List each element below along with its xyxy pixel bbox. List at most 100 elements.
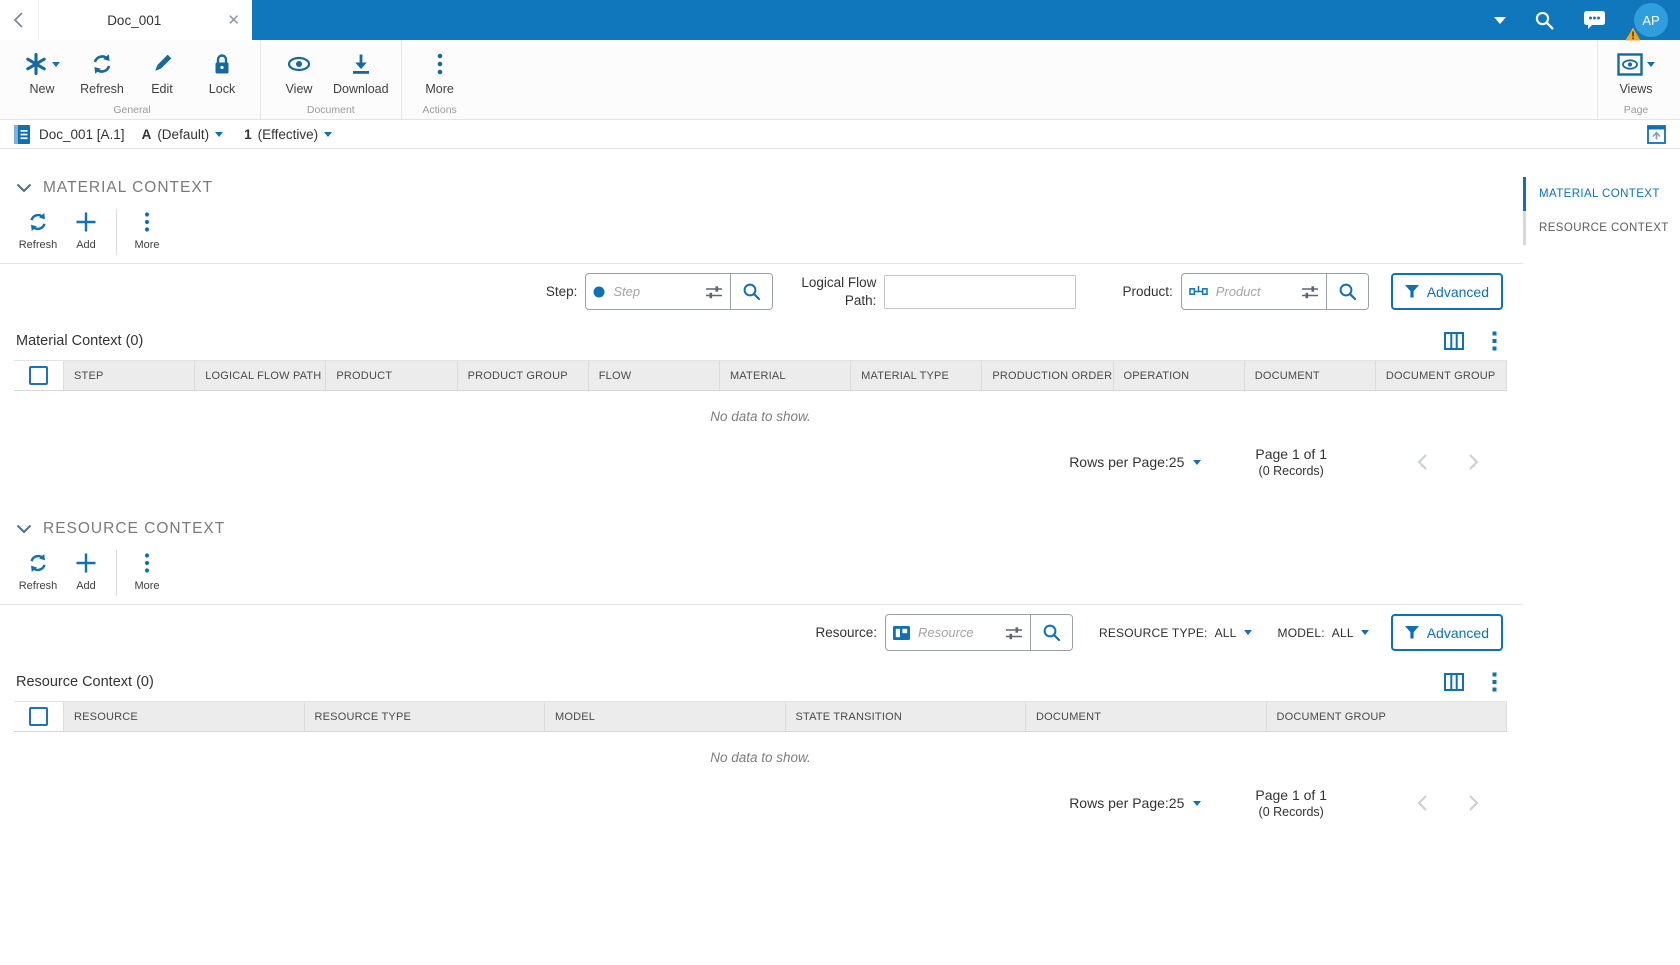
select-all-checkbox[interactable] — [29, 366, 48, 385]
tab-close-icon[interactable]: ✕ — [225, 11, 242, 30]
resource-input[interactable] — [915, 624, 999, 641]
ribbon-group-document: View Download Document — [261, 40, 402, 119]
material-context-section-header[interactable]: MATERIAL CONTEXT — [0, 149, 1523, 197]
step-browse-button[interactable] — [730, 274, 773, 309]
rows-per-page-caret-icon — [1193, 800, 1202, 806]
more-button-label: More — [425, 82, 454, 96]
column-header[interactable]: STEP — [64, 361, 196, 390]
ribbon-group-label-page: Page — [1623, 104, 1649, 116]
column-header[interactable]: RESOURCE — [64, 702, 305, 731]
ribbon-group-actions: More Actions — [402, 40, 478, 119]
tune-icon[interactable] — [1005, 625, 1023, 641]
material-refresh-button[interactable]: Refresh — [14, 207, 62, 251]
logical-flow-path-input[interactable] — [884, 274, 1077, 309]
step-input[interactable] — [611, 283, 700, 300]
ribbon-group-label-general: General — [113, 104, 151, 116]
column-header[interactable]: PRODUCTION ORDER — [982, 361, 1114, 390]
rows-per-page-select[interactable]: Rows per Page:25 — [1069, 454, 1202, 470]
toolbar-divider — [116, 550, 117, 596]
table-kebab-icon[interactable] — [1492, 672, 1497, 692]
select-all-checkbox[interactable] — [29, 707, 48, 726]
column-header[interactable]: MATERIAL — [720, 361, 852, 390]
material-toolbar: Refresh Add More — [0, 197, 1523, 255]
collapse-header-icon[interactable] — [1647, 124, 1666, 144]
revision-value: A — [141, 126, 152, 142]
resource-type-caret-icon — [1243, 630, 1252, 635]
column-header[interactable]: STATE TRANSITION — [786, 702, 1026, 731]
resource-icon — [892, 625, 910, 640]
rows-per-page-select[interactable]: Rows per Page:25 — [1069, 795, 1202, 811]
previous-page-icon[interactable] — [1417, 794, 1428, 812]
column-header[interactable]: DOCUMENT — [1026, 702, 1267, 731]
kebab-icon — [437, 51, 443, 77]
page-title: Doc_001 [A.1] — [39, 126, 125, 142]
download-button[interactable]: Download — [329, 44, 393, 96]
tune-icon[interactable] — [705, 284, 723, 300]
new-button[interactable]: New — [12, 44, 72, 96]
version-selector[interactable]: 1 (Effective) — [244, 126, 333, 142]
previous-page-icon[interactable] — [1417, 453, 1428, 471]
revision-selector[interactable]: A (Default) — [142, 127, 224, 142]
resource-table: Resource Context (0) RESOURCE RESOURCE T… — [14, 658, 1507, 823]
topbar-actions: AP — [1494, 0, 1680, 41]
resource-advanced-button[interactable]: Advanced — [1390, 614, 1503, 651]
tab-list-chevron-icon[interactable] — [1494, 16, 1506, 24]
column-header[interactable]: PRODUCT — [326, 361, 458, 390]
columns-icon[interactable] — [1444, 673, 1464, 691]
avatar[interactable]: AP — [1625, 3, 1668, 41]
table-kebab-icon[interactable] — [1492, 331, 1497, 351]
material-add-button[interactable]: Add — [62, 207, 110, 251]
tab-doc[interactable]: Doc_001 ✕ — [38, 0, 252, 40]
nav-item-material-context[interactable]: MATERIAL CONTEXT — [1523, 177, 1680, 211]
warning-icon — [1625, 27, 1641, 41]
nav-item-resource-context[interactable]: RESOURCE CONTEXT — [1523, 211, 1680, 245]
column-header[interactable]: OPERATION — [1114, 361, 1245, 390]
eye-icon — [286, 51, 312, 77]
resource-context-section-header[interactable]: RESOURCE CONTEXT — [0, 482, 1523, 538]
next-page-icon[interactable] — [1468, 794, 1479, 812]
column-header[interactable]: DOCUMENT GROUP — [1267, 702, 1507, 731]
download-icon — [349, 51, 373, 77]
resource-browse-button[interactable] — [1029, 615, 1072, 650]
column-header[interactable]: FLOW — [589, 361, 720, 390]
product-label: Product: — [1122, 284, 1173, 299]
funnel-icon — [1404, 626, 1419, 639]
edit-button[interactable]: Edit — [132, 44, 192, 96]
column-header[interactable]: RESOURCE TYPE — [305, 702, 545, 731]
column-header[interactable]: MATERIAL TYPE — [851, 361, 983, 390]
version-caret-icon — [324, 131, 333, 137]
breadcrumb: Doc_001 [A.1] A (Default) 1 (Effective) — [0, 120, 1680, 149]
next-page-icon[interactable] — [1468, 453, 1479, 471]
version-value: 1 — [244, 126, 252, 142]
column-header[interactable]: PRODUCT GROUP — [458, 361, 589, 390]
column-header[interactable]: DOCUMENT — [1245, 361, 1376, 390]
lock-button[interactable]: Lock — [192, 44, 252, 96]
view-button[interactable]: View — [269, 44, 329, 96]
views-button[interactable]: Views — [1606, 44, 1666, 96]
chat-icon[interactable] — [1583, 10, 1606, 30]
resource-add-button[interactable]: Add — [62, 548, 110, 592]
column-header[interactable]: DOCUMENT GROUP — [1376, 361, 1508, 390]
tune-icon[interactable] — [1301, 284, 1319, 300]
material-more-label: More — [134, 239, 160, 251]
back-icon[interactable] — [0, 11, 38, 29]
product-input[interactable] — [1213, 283, 1295, 300]
logical-flow-path-label: Logical Flow Path: — [801, 274, 877, 308]
product-search-control — [1180, 273, 1369, 310]
refresh-button[interactable]: Refresh — [72, 44, 132, 96]
search-icon[interactable] — [1534, 10, 1555, 31]
resource-table-title: Resource Context (0) — [16, 674, 154, 690]
more-button[interactable]: More — [410, 44, 470, 96]
resource-refresh-button[interactable]: Refresh — [14, 548, 62, 592]
resource-more-button[interactable]: More — [123, 548, 171, 592]
product-browse-button[interactable] — [1325, 274, 1368, 309]
resource-pagination: Rows per Page:25 Page 1 of 1 (0 Records) — [14, 773, 1507, 823]
column-header[interactable]: MODEL — [545, 702, 786, 731]
model-filter[interactable]: MODEL: ALL — [1278, 626, 1369, 640]
material-advanced-button[interactable]: Advanced — [1390, 273, 1503, 310]
columns-icon[interactable] — [1444, 332, 1464, 350]
material-more-button[interactable]: More — [123, 207, 171, 251]
resource-type-filter[interactable]: RESOURCE TYPE: ALL — [1099, 626, 1252, 640]
column-header[interactable]: LOGICAL FLOW PATH — [195, 361, 327, 390]
page-indicator: Page 1 of 1 (0 Records) — [1255, 787, 1327, 819]
